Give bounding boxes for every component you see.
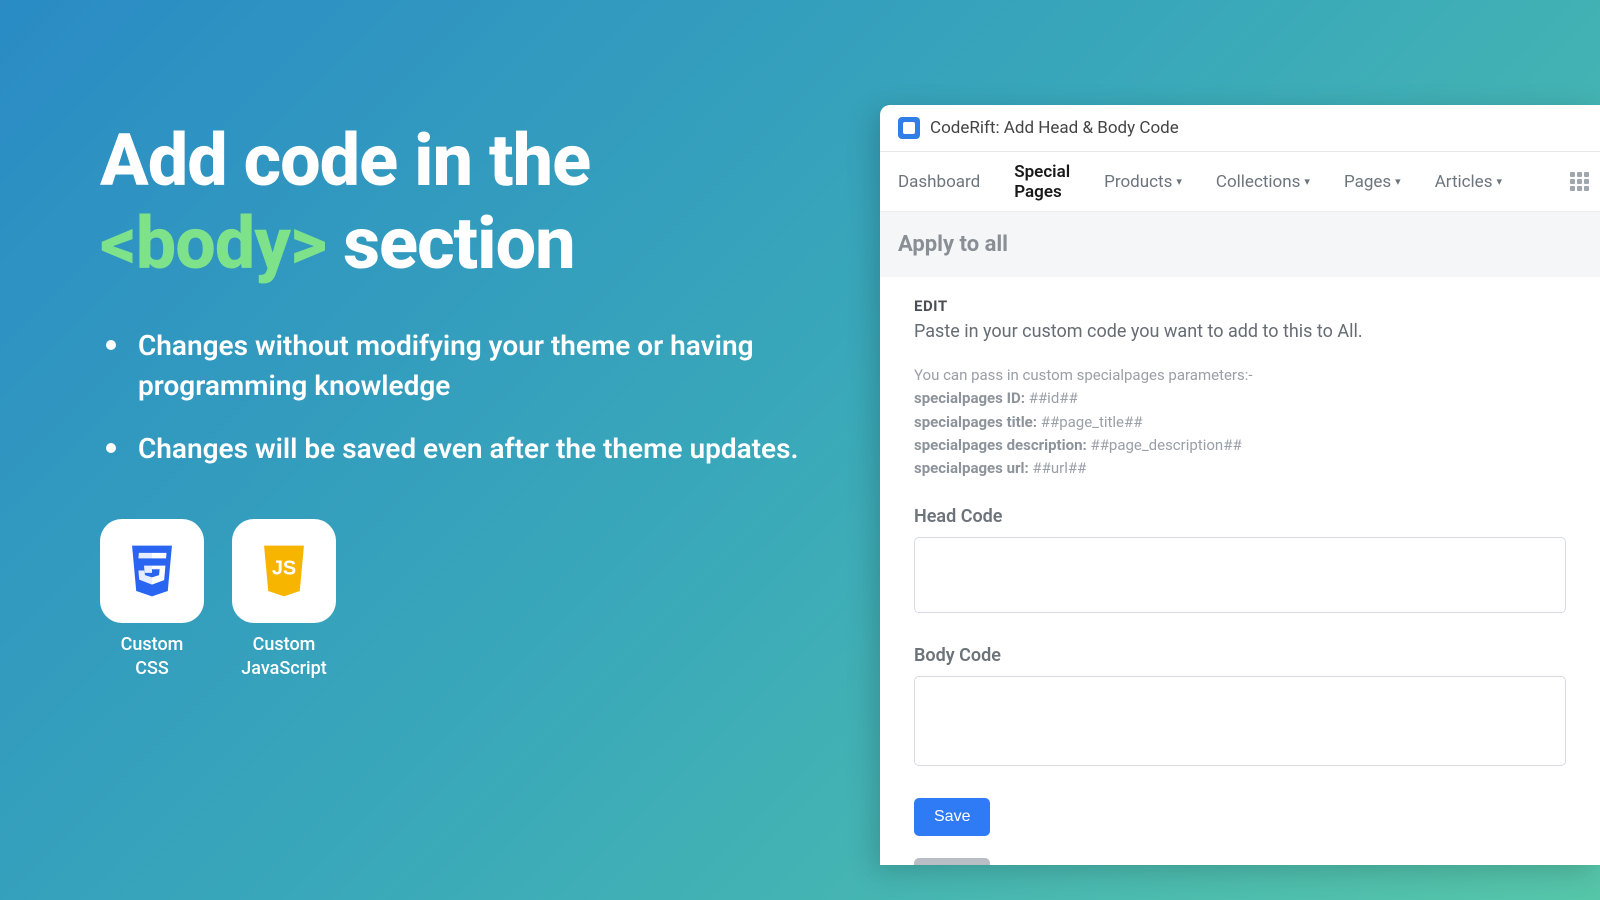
chevron-down-icon: ▾	[1395, 175, 1401, 188]
body-code-input[interactable]	[914, 676, 1566, 766]
css3-icon	[100, 519, 204, 623]
headline-part2: section	[326, 201, 575, 286]
js-icon-label: Custom JavaScript	[232, 633, 336, 680]
param-row: specialpages description: ##page_descrip…	[914, 434, 1566, 457]
tabbar: Dashboard Special Pages Products▾ Collec…	[880, 152, 1600, 212]
apply-to-all-heading: Apply to all	[880, 212, 1600, 277]
css-icon-card: Custom CSS	[100, 519, 204, 680]
app-title: CodeRift: Add Head & Body Code	[930, 118, 1179, 138]
icon-row: Custom CSS JS Custom JavaScript	[100, 519, 800, 680]
param-row: specialpages title: ##page_title##	[914, 411, 1566, 434]
marketing-panel: Add code in the <body> section Changes w…	[100, 120, 800, 680]
chevron-down-icon: ▾	[1496, 175, 1502, 188]
param-row: specialpages url: ##url##	[914, 457, 1566, 480]
css-icon-label: Custom CSS	[100, 633, 204, 680]
headline-green: <body>	[100, 201, 326, 286]
head-code-input[interactable]	[914, 537, 1566, 613]
bullet-item: Changes without modifying your theme or …	[100, 326, 800, 407]
chevron-down-icon: ▾	[1176, 175, 1182, 188]
js-icon-card: JS Custom JavaScript	[232, 519, 336, 680]
bullet-item: Changes will be saved even after the the…	[100, 429, 800, 470]
tab-special-pages[interactable]: Special Pages	[1014, 162, 1070, 202]
headline: Add code in the <body> section	[100, 120, 800, 286]
svg-text:JS: JS	[272, 558, 296, 580]
javascript-icon: JS	[232, 519, 336, 623]
tab-dashboard[interactable]: Dashboard	[898, 172, 980, 192]
param-row: specialpages ID: ##id##	[914, 387, 1566, 410]
save-button[interactable]: Save	[914, 798, 990, 836]
chevron-down-icon: ▾	[1304, 175, 1310, 188]
tab-pages[interactable]: Pages▾	[1344, 172, 1401, 192]
params-help: You can pass in custom specialpages para…	[914, 364, 1566, 480]
edit-heading: EDIT	[914, 297, 1566, 315]
back-button[interactable]: Back	[914, 858, 990, 865]
edit-description: Paste in your custom code you want to ad…	[914, 321, 1566, 342]
tab-products[interactable]: Products▾	[1104, 172, 1182, 192]
params-intro: You can pass in custom specialpages para…	[914, 364, 1566, 387]
headline-part1: Add code in the	[100, 118, 590, 203]
body-code-label: Body Code	[914, 645, 1566, 666]
bullet-list: Changes without modifying your theme or …	[100, 326, 800, 470]
head-code-label: Head Code	[914, 506, 1566, 527]
tab-articles[interactable]: Articles▾	[1435, 172, 1502, 192]
apps-grid-icon[interactable]	[1570, 172, 1589, 191]
app-titlebar: CodeRift: Add Head & Body Code	[880, 105, 1600, 152]
app-logo-icon	[898, 117, 920, 139]
app-window: CodeRift: Add Head & Body Code Dashboard…	[880, 105, 1600, 865]
edit-panel: EDIT Paste in your custom code you want …	[880, 277, 1600, 865]
tab-collections[interactable]: Collections▾	[1216, 172, 1310, 192]
